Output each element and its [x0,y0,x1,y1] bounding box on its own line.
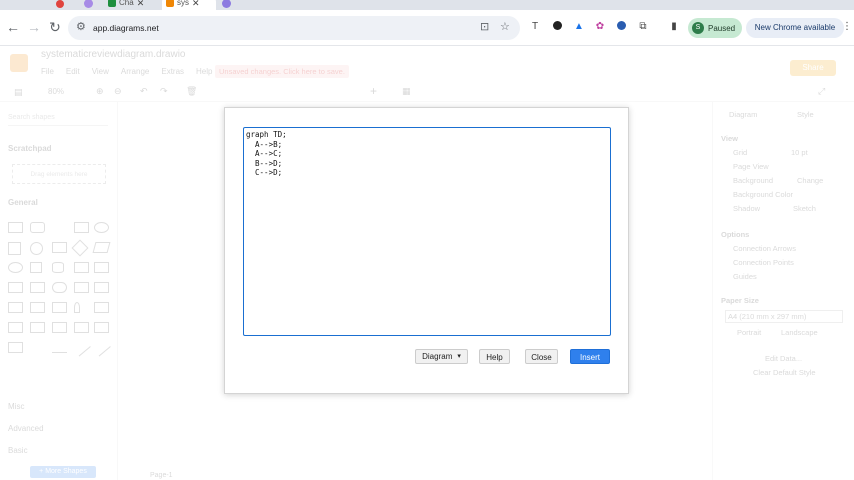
drawio-favicon-icon [166,0,174,7]
chevron-down-icon: ▾ [457,353,461,360]
browser-menu-kebab-icon[interactable]: ⋮ [842,21,852,33]
site-info-icon[interactable]: ⚙ [76,20,86,33]
extension-mortarboard-icon[interactable]: ▲ [573,21,585,33]
tab-chat[interactable]: Cha ✕ [104,0,158,10]
browser-toolbar: ← → ↻ ⚙ app.diagrams.net ⊡ ☆ T ▲ ✿ ⧉ ▮ S… [0,10,854,46]
help-button[interactable]: Help [479,349,510,364]
tab-label: Cha [119,0,134,7]
insert-button[interactable]: Insert [570,349,610,364]
bookmark-star-icon[interactable]: ☆ [500,20,510,33]
close-button[interactable]: Close [525,349,558,364]
extension-blue-icon[interactable] [615,21,627,33]
close-tab-icon[interactable]: ✕ [137,0,145,10]
tab-drawio[interactable]: sys ✕ [162,0,216,10]
tab-label: sys [177,0,189,7]
chat-favicon-icon [108,0,116,7]
close-window-icon[interactable] [56,0,64,8]
diagram-type-select[interactable]: Diagram ▾ [415,349,468,364]
forward-arrow-icon[interactable]: → [25,18,43,36]
extension-text-icon[interactable]: T [529,21,541,33]
mermaid-dialog: Diagram ▾ Help Close Insert [224,107,629,394]
new-chrome-available-button[interactable]: New Chrome available [746,18,844,38]
back-arrow-icon[interactable]: ← [4,18,22,36]
side-panel-icon[interactable]: ▮ [668,21,680,33]
mermaid-code-textarea[interactable] [243,127,611,336]
tab-strip: Cha ✕ sys ✕ [0,0,854,10]
profile-status: Paused [708,23,736,33]
profile-paused-button[interactable]: S Paused [688,18,742,38]
extension-flower-icon[interactable]: ✿ [594,21,606,33]
new-tab-icon[interactable] [222,0,231,8]
diagram-type-label: Diagram [422,352,453,361]
reload-icon[interactable]: ↻ [46,18,64,36]
extension-dark-icon[interactable] [551,21,563,33]
tab-group-icon[interactable] [84,0,93,8]
close-tab-icon[interactable]: ✕ [192,0,200,10]
url-text: app.diagrams.net [93,23,159,33]
extensions-puzzle-icon[interactable]: ⧉ [637,21,649,33]
profile-avatar: S [692,22,704,34]
install-app-icon[interactable]: ⊡ [480,20,489,33]
address-bar[interactable]: ⚙ app.diagrams.net ⊡ ☆ [68,16,520,40]
